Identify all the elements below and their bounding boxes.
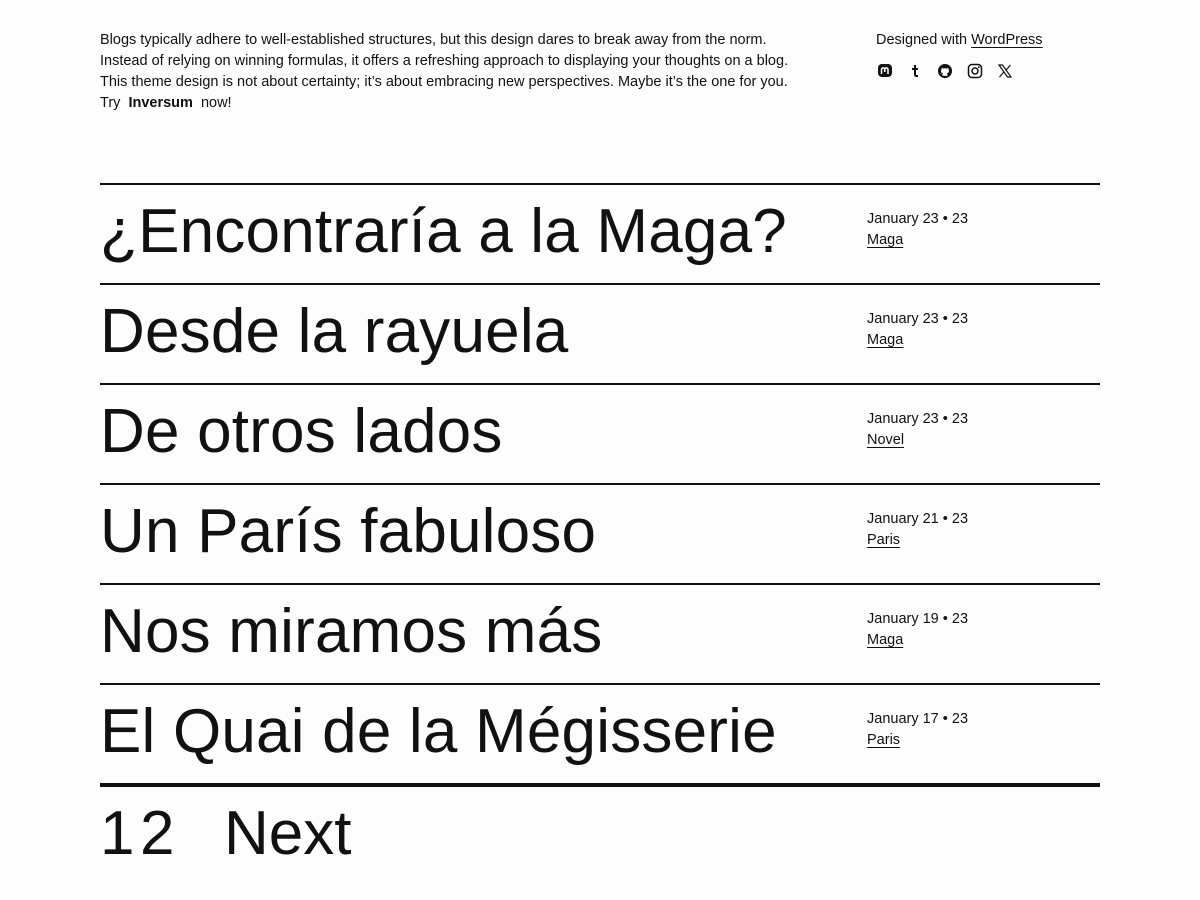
post-date: January 23 • 23 — [867, 411, 969, 427]
post-title-link[interactable]: ¿Encontraría a la Maga? — [100, 193, 787, 271]
post-item: Desde la rayuela January 23 • 23 Maga — [100, 283, 1100, 383]
mastodon-icon[interactable] — [876, 62, 894, 80]
next-page-link[interactable]: Next — [224, 795, 351, 873]
post-category-link[interactable]: Paris — [867, 532, 900, 548]
post-item: De otros lados January 23 • 23 Novel — [100, 383, 1100, 483]
post-item: El Quai de la Mégisserie January 17 • 23… — [100, 683, 1100, 783]
try-prefix: Try — [100, 95, 121, 111]
page-number-link[interactable]: 2 — [140, 795, 174, 873]
site-credit: Designed with WordPress — [876, 30, 1043, 80]
post-title-link[interactable]: Nos miramos más — [100, 593, 603, 671]
post-item: Un París fabuloso January 21 • 23 Paris — [100, 483, 1100, 583]
post-meta: January 23 • 23 Maga — [867, 309, 968, 351]
post-category-link[interactable]: Maga — [867, 632, 903, 648]
try-line: Try Inversum now! — [100, 93, 790, 114]
post-title-link[interactable]: De otros lados — [100, 393, 503, 471]
post-title-link[interactable]: Un París fabuloso — [100, 493, 596, 571]
post-date: January 19 • 23 — [867, 611, 969, 627]
post-date: January 17 • 23 — [867, 711, 969, 727]
post-item: ¿Encontraría a la Maga? January 23 • 23 … — [100, 183, 1100, 283]
post-category-link[interactable]: Novel — [867, 432, 904, 448]
github-icon[interactable] — [936, 62, 954, 80]
post-category-link[interactable]: Maga — [867, 332, 903, 348]
try-suffix: now! — [200, 95, 232, 111]
post-meta: January 21 • 23 Paris — [867, 509, 968, 551]
post-list: ¿Encontraría a la Maga? January 23 • 23 … — [100, 183, 1100, 783]
post-title-link[interactable]: Desde la rayuela — [100, 293, 568, 371]
post-date: January 23 • 23 — [867, 211, 969, 227]
post-date: January 23 • 23 — [867, 311, 969, 327]
post-meta: January 23 • 23 Maga — [867, 209, 968, 251]
credit-prefix: Designed with — [876, 32, 972, 48]
x-icon[interactable] — [996, 62, 1014, 80]
pagination: 1 2 Next — [100, 783, 1100, 877]
post-title-link[interactable]: El Quai de la Mégisserie — [100, 693, 777, 771]
post-date: January 21 • 23 — [867, 511, 969, 527]
site-description: Blogs typically adhere to well-establish… — [100, 30, 790, 114]
post-meta: January 23 • 23 Novel — [867, 409, 968, 451]
tumblr-icon[interactable] — [906, 62, 924, 80]
post-category-link[interactable]: Maga — [867, 232, 903, 248]
instagram-icon[interactable] — [966, 62, 984, 80]
page-number-current: 1 — [100, 799, 135, 868]
post-category-link[interactable]: Paris — [867, 732, 900, 748]
post-meta: January 17 • 23 Paris — [867, 709, 968, 751]
post-item: Nos miramos más January 19 • 23 Maga — [100, 583, 1100, 683]
theme-name: Inversum — [128, 95, 193, 111]
social-links — [876, 62, 1043, 80]
post-meta: January 19 • 23 Maga — [867, 609, 968, 651]
wordpress-link[interactable]: WordPress — [971, 32, 1042, 48]
intro-paragraph: Blogs typically adhere to well-establish… — [100, 32, 789, 90]
